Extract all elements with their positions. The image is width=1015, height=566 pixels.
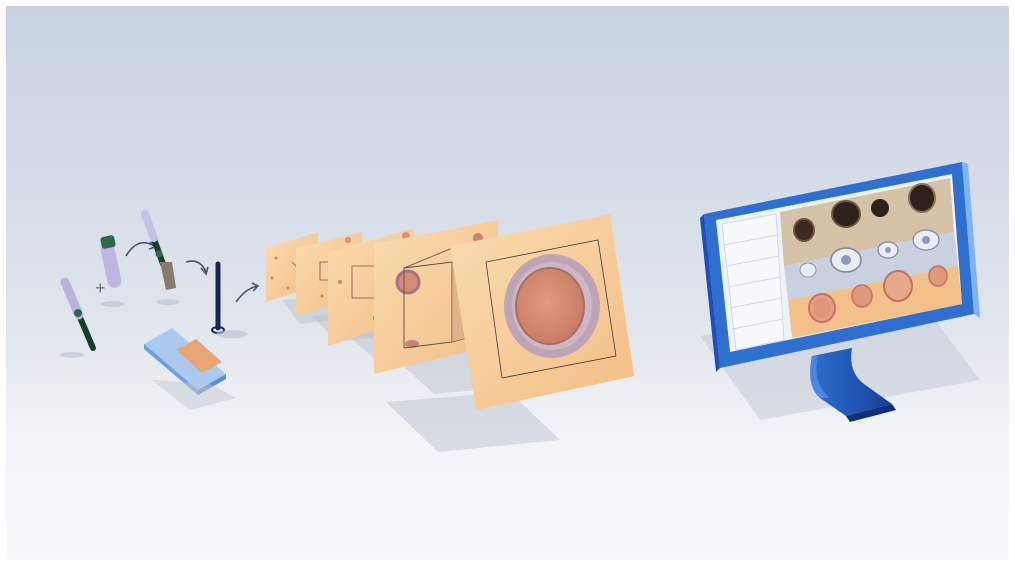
cell-image [504, 254, 600, 358]
plus-sign: + [95, 278, 106, 298]
slice-layer-5 [450, 214, 634, 410]
diagnostic-workflow-illustration: + [0, 0, 1015, 566]
workflow-canvas: + [6, 6, 1009, 560]
